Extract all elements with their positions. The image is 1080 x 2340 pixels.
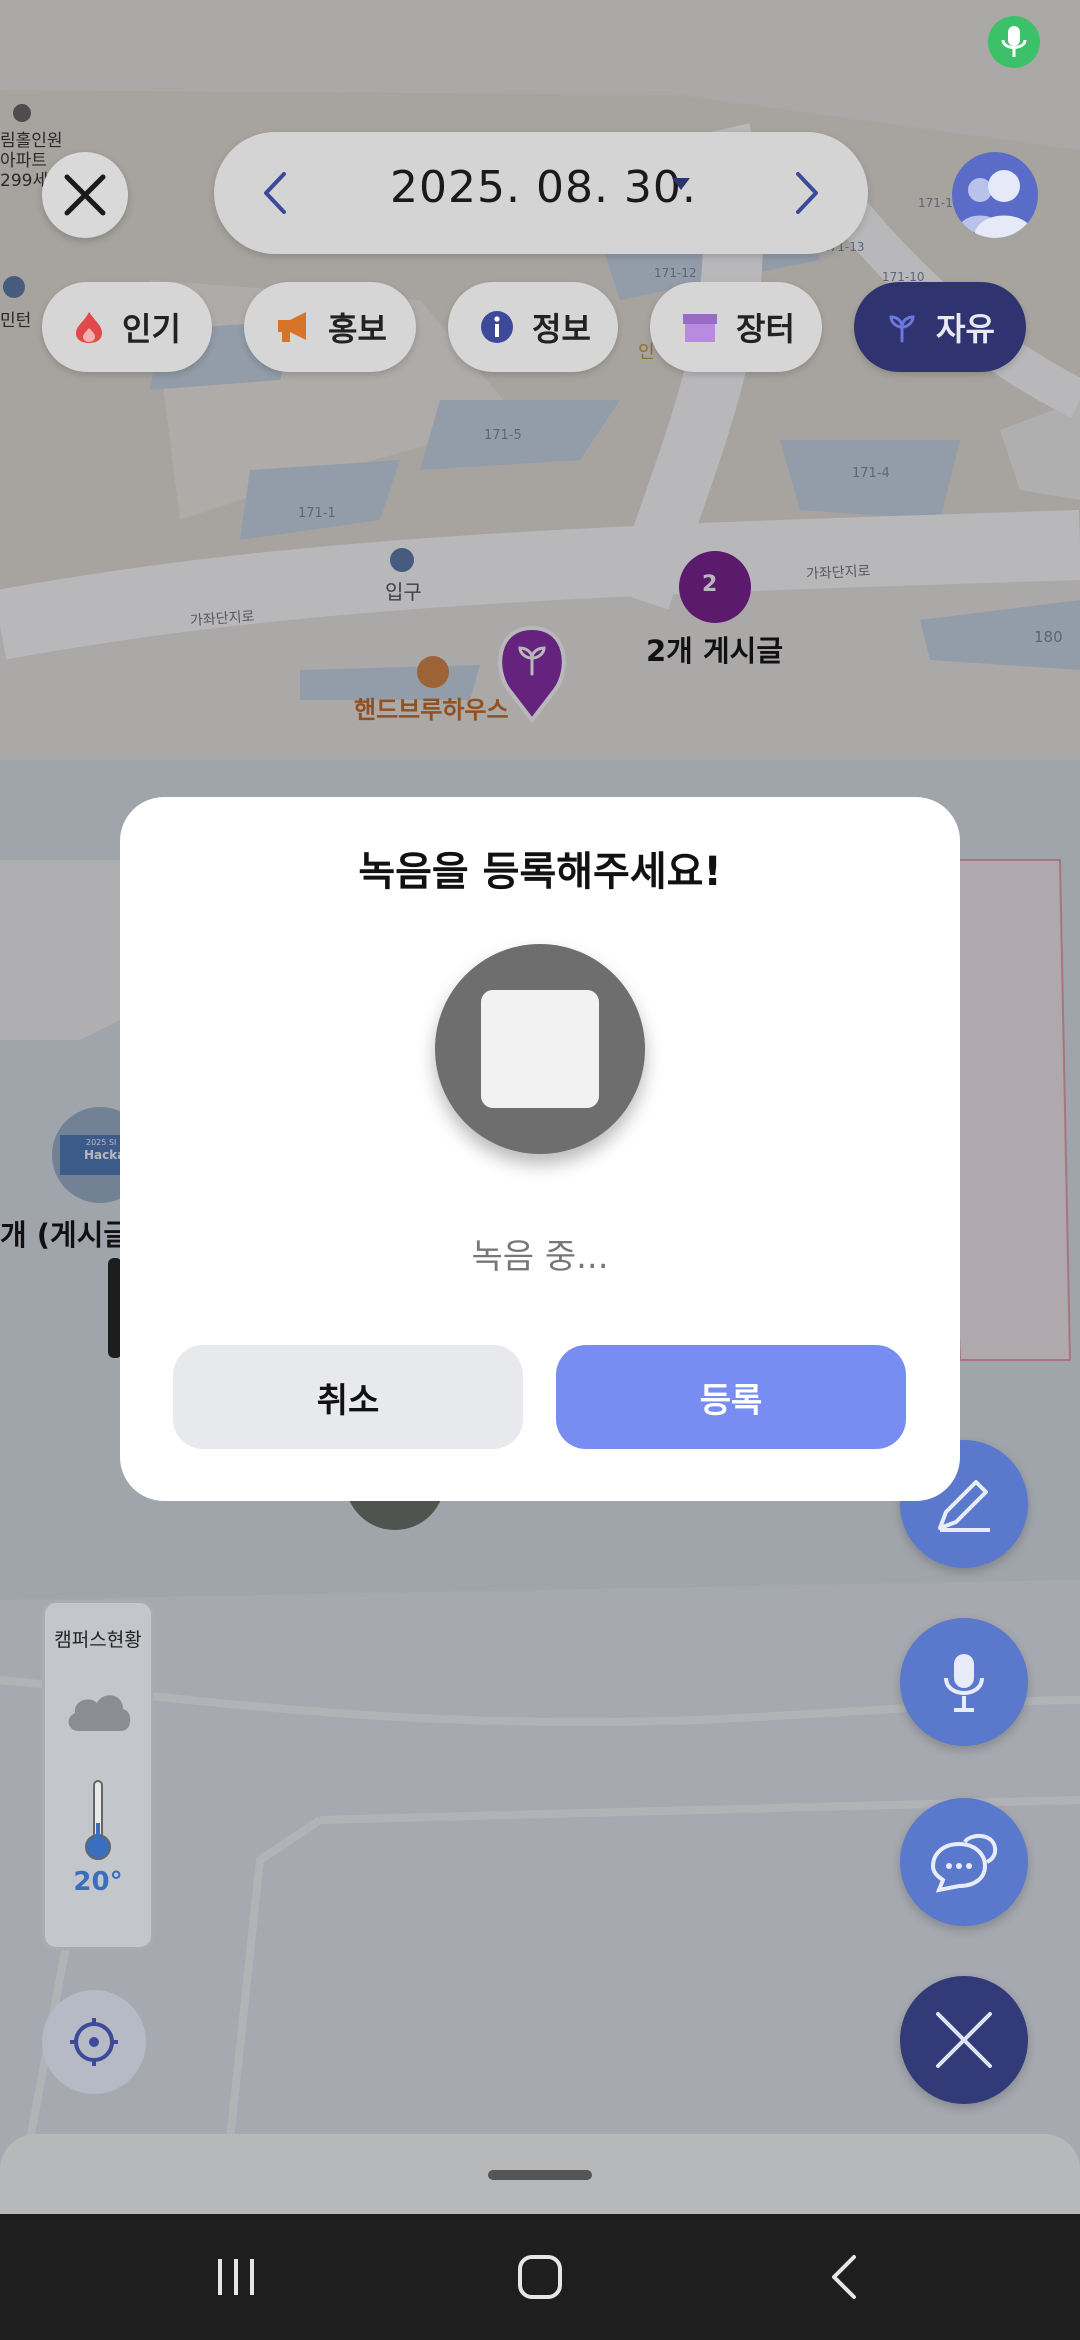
category-label: 정보 (532, 310, 591, 348)
category-label: 홍보 (328, 310, 387, 348)
submit-button[interactable]: 등록 (556, 1345, 906, 1449)
system-navigation-bar (0, 2214, 1080, 2340)
cloud-icon (68, 1695, 131, 1731)
info-icon (481, 311, 513, 343)
campus-status-widget[interactable]: 캠퍼스현황 20° (42, 1600, 154, 1950)
close-menu-button[interactable] (900, 1976, 1028, 2104)
date-label[interactable]: 2025. 08. 30. (390, 162, 697, 213)
recent-apps-button[interactable] (176, 2234, 296, 2320)
category-chip-popular[interactable]: 인기 (42, 282, 212, 372)
cancel-button[interactable]: 취소 (173, 1345, 523, 1449)
category-chip-info[interactable]: 정보 (448, 282, 618, 372)
megaphone-icon (278, 312, 306, 342)
profile-avatar[interactable] (952, 152, 1038, 238)
next-date-button[interactable] (772, 158, 842, 228)
campus-status-title: 캠퍼스현황 (54, 1629, 142, 1651)
category-label: 장터 (736, 310, 795, 348)
previous-date-button[interactable] (240, 158, 310, 228)
crosshair-icon (70, 2018, 118, 2066)
recording-mic-indicator (988, 16, 1040, 68)
sprout-icon (889, 315, 915, 343)
back-button[interactable] (784, 2234, 904, 2320)
recording-dialog: 녹음을 등록해주세요! 녹음 중... 취소 등록 (120, 797, 960, 1501)
thermometer-icon (85, 1780, 111, 1860)
category-chip-promo[interactable]: 홍보 (244, 282, 416, 372)
category-label: 자유 (936, 310, 995, 348)
fire-icon (76, 312, 102, 343)
recording-status: 녹음 중... (471, 1237, 609, 1277)
current-location-button[interactable] (42, 1990, 146, 2094)
chevron-right-icon (796, 172, 818, 214)
category-label: 인기 (122, 310, 181, 348)
category-chip-free[interactable]: 자유 (854, 282, 1026, 372)
shop-icon (683, 314, 717, 342)
chat-button[interactable] (900, 1798, 1028, 1926)
close-button[interactable] (42, 152, 128, 238)
user-group-icon (958, 170, 1034, 238)
recent-apps-icon (218, 2259, 254, 2295)
chat-icon (930, 1834, 998, 1893)
dialog-title: 녹음을 등록해주세요! (358, 849, 722, 895)
close-icon (64, 174, 106, 216)
stop-icon (481, 990, 599, 1108)
caret-down-icon[interactable] (670, 176, 692, 192)
category-chip-market[interactable]: 장터 (650, 282, 822, 372)
mic-icon (1001, 26, 1027, 57)
mic-icon (944, 1654, 984, 1712)
voice-post-button[interactable] (900, 1618, 1028, 1746)
bottom-sheet[interactable] (0, 2134, 1080, 2214)
temperature-value: 20° (73, 1867, 123, 1897)
back-icon (832, 2255, 856, 2299)
home-icon (518, 2255, 562, 2299)
home-button[interactable] (480, 2234, 600, 2320)
stop-recording-button[interactable] (435, 944, 645, 1154)
date-selector[interactable]: 2025. 08. 30. (214, 132, 868, 254)
chevron-left-icon (264, 172, 286, 214)
sheet-drag-handle[interactable] (488, 2170, 592, 2180)
close-icon (936, 2012, 992, 2068)
